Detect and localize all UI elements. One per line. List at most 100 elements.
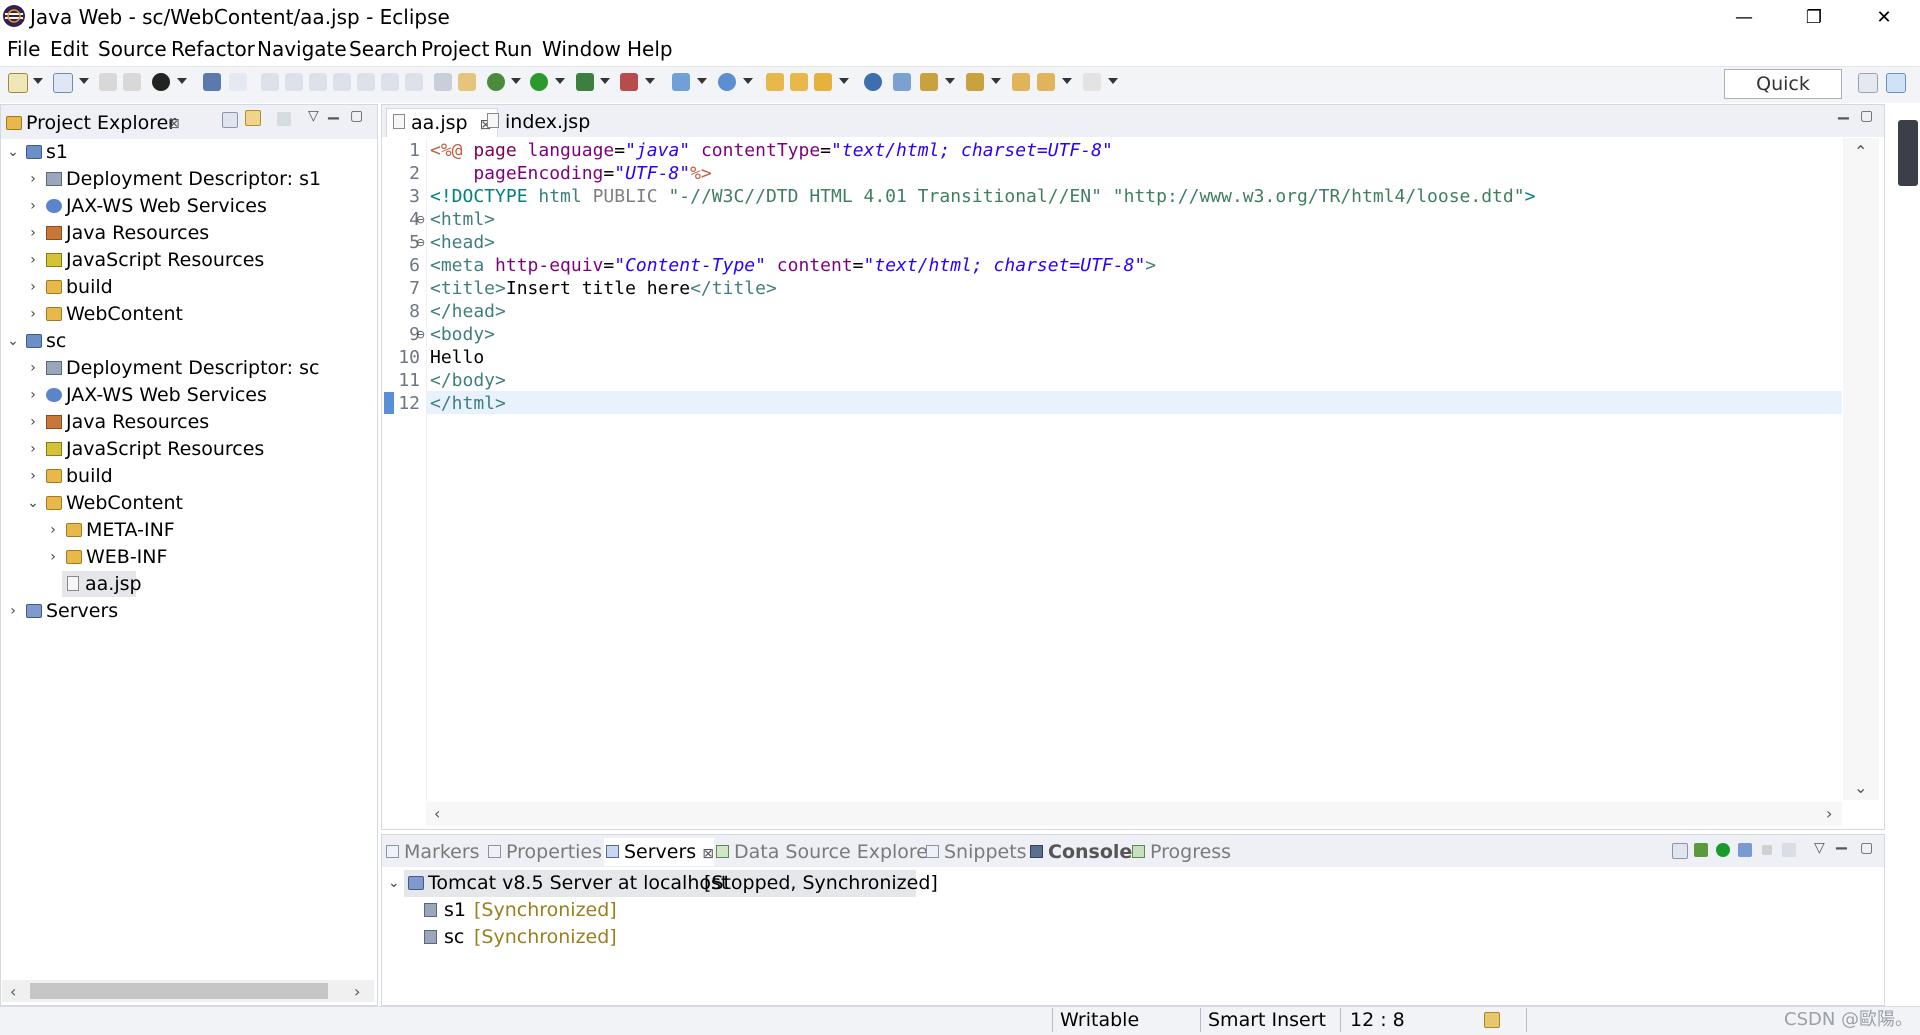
project-explorer-close-icon[interactable]: ⊠ — [168, 116, 180, 132]
last-edit-location-icon[interactable] — [1012, 73, 1030, 91]
tree-row-build[interactable]: › build — [0, 463, 376, 489]
debug-icon[interactable] — [487, 73, 505, 91]
open-perspective-icon[interactable] — [1858, 73, 1878, 93]
expand-chevron-icon[interactable]: › — [26, 355, 40, 381]
tree-row-sc[interactable]: ⌄ sc — [0, 328, 376, 354]
menu-help[interactable]: Help — [627, 36, 673, 62]
expand-chevron-icon[interactable]: › — [26, 166, 40, 192]
forward-icon[interactable] — [1083, 73, 1101, 91]
coverage-dropdown-icon[interactable] — [600, 78, 610, 84]
tree-row-javascript-resources[interactable]: › JavaScript Resources — [0, 436, 376, 462]
terminate-icon[interactable] — [309, 73, 327, 91]
prev-annotation-dropdown-icon[interactable] — [991, 78, 1001, 84]
menu-refactor[interactable]: Refactor — [171, 36, 255, 62]
tree-row-meta-inf[interactable]: › META-INF — [0, 517, 376, 543]
collapse-all-icon[interactable] — [1672, 843, 1688, 859]
tab-close-icon[interactable]: ⊠ — [702, 846, 714, 862]
menu-source[interactable]: Source — [98, 36, 167, 62]
explorer-scroll-thumb[interactable] — [30, 983, 328, 999]
new-web-project-dropdown-icon[interactable] — [697, 78, 707, 84]
new-java-class-dropdown-icon[interactable] — [743, 78, 753, 84]
expand-chevron-icon[interactable]: › — [26, 409, 40, 435]
back-dropdown-icon[interactable] — [1062, 78, 1072, 84]
project-explorer-title[interactable]: Project Explorer — [26, 110, 176, 136]
expand-chevron-icon[interactable]: › — [46, 544, 60, 570]
coverage-icon[interactable] — [576, 73, 594, 91]
fold-html-icon[interactable]: ⊖ — [416, 212, 425, 228]
new-server-icon[interactable] — [53, 73, 73, 93]
collapse-chevron-icon[interactable]: ⌄ — [6, 139, 20, 165]
open-resource-icon[interactable] — [790, 73, 808, 91]
tree-row-webcontent[interactable]: › WebContent — [0, 301, 376, 327]
status-progress-icon[interactable] — [1484, 1012, 1500, 1028]
status-insert-mode[interactable]: Smart Insert — [1208, 1006, 1326, 1034]
scroll-left-icon[interactable]: ‹ — [434, 806, 440, 822]
menu-file[interactable]: File — [7, 36, 40, 62]
overview-ruler-icon[interactable] — [1898, 120, 1918, 186]
toggle-comment-icon[interactable] — [434, 73, 452, 91]
scroll-left-icon[interactable]: ‹ — [10, 984, 16, 1000]
menu-project[interactable]: Project — [421, 36, 489, 62]
menu-navigate[interactable]: Navigate — [257, 36, 347, 62]
terminal-icon[interactable] — [203, 73, 221, 91]
minimize-view-icon[interactable]: ▁ — [1836, 834, 1847, 850]
publish-dropdown-icon[interactable] — [177, 78, 187, 84]
publish-server-icon[interactable] — [1782, 843, 1796, 857]
editor-vertical-scrollbar[interactable] — [1843, 138, 1879, 800]
expand-chevron-icon[interactable]: › — [6, 598, 20, 624]
scroll-right-icon[interactable]: › — [1826, 806, 1832, 822]
menu-run[interactable]: Run — [494, 36, 532, 62]
step-over-icon[interactable] — [381, 73, 399, 91]
external-tools-dropdown-icon[interactable] — [645, 78, 655, 84]
tab-servers[interactable]: Servers ⊠ — [604, 838, 714, 866]
scroll-down-icon[interactable]: ⌄ — [1854, 780, 1867, 796]
tree-row-web-inf[interactable]: › WEB-INF — [0, 544, 376, 570]
editor-horizontal-scrollbar[interactable] — [426, 802, 1842, 826]
tab-data-source-explorer[interactable]: Data Source Explorer — [714, 838, 936, 866]
tree-row-deployment-descriptor[interactable]: › Deployment Descriptor: s1 — [0, 166, 376, 192]
editor-minimize-icon[interactable]: ▁ — [1838, 104, 1849, 120]
menu-window[interactable]: Window — [542, 36, 621, 62]
step-return-icon[interactable] — [405, 73, 423, 91]
view-menu-chevron-icon[interactable]: ▽ — [1814, 840, 1825, 856]
menu-search[interactable]: Search — [349, 36, 418, 62]
tasks-icon[interactable] — [458, 73, 476, 91]
tree-row-s1[interactable]: ⌄ s1 — [0, 139, 376, 165]
java-ee-perspective-icon[interactable] — [1886, 73, 1906, 93]
external-tools-icon[interactable] — [620, 73, 638, 91]
disconnect-icon[interactable] — [333, 73, 351, 91]
menu-edit[interactable]: Edit — [50, 36, 89, 62]
next-annotation-icon[interactable] — [920, 73, 938, 91]
expand-chevron-icon[interactable]: › — [46, 517, 60, 543]
expand-chevron-icon[interactable]: › — [26, 193, 40, 219]
collapse-all-icon[interactable] — [222, 112, 238, 128]
tree-row-deployment-descriptor[interactable]: › Deployment Descriptor: sc — [0, 355, 376, 381]
search-icon[interactable] — [814, 73, 832, 91]
tab-index-jsp[interactable]: index.jsp — [481, 108, 596, 136]
new-dropdown-icon[interactable] — [33, 78, 43, 84]
back-icon[interactable] — [1037, 73, 1055, 91]
minimize-view-icon[interactable]: ▁ — [328, 104, 339, 120]
expand-chevron-icon[interactable]: › — [26, 247, 40, 273]
tree-row-webcontent[interactable]: ⌄ WebContent — [0, 490, 376, 516]
tree-row-java-resources[interactable]: › Java Resources — [0, 220, 376, 246]
fold-head-icon[interactable]: ⊖ — [416, 235, 425, 251]
expand-chevron-icon[interactable]: › — [26, 301, 40, 327]
fold-body-icon[interactable]: ⊖ — [416, 327, 425, 343]
expand-chevron-icon[interactable]: › — [26, 220, 40, 246]
tree-row-jaxws[interactable]: › JAX-WS Web Services — [0, 382, 376, 408]
next-annotation-dropdown-icon[interactable] — [945, 78, 955, 84]
editor-maximize-icon[interactable]: ▢ — [1860, 108, 1873, 124]
debug-dropdown-icon[interactable] — [511, 78, 521, 84]
step-into-icon[interactable] — [357, 73, 375, 91]
tab-markers[interactable]: Markers — [384, 838, 480, 866]
run-dropdown-icon[interactable] — [555, 78, 565, 84]
profile-server-icon[interactable] — [1738, 843, 1752, 857]
view-menu-chevron-icon[interactable]: ▽ — [308, 108, 319, 124]
stop-server-icon[interactable] — [1762, 845, 1772, 855]
scroll-up-icon[interactable]: ⌃ — [1854, 144, 1867, 160]
scroll-right-icon[interactable]: › — [354, 984, 360, 1000]
save-icon[interactable] — [99, 73, 117, 91]
annotation-icon[interactable] — [893, 73, 911, 91]
tree-row-build[interactable]: › build — [0, 274, 376, 300]
